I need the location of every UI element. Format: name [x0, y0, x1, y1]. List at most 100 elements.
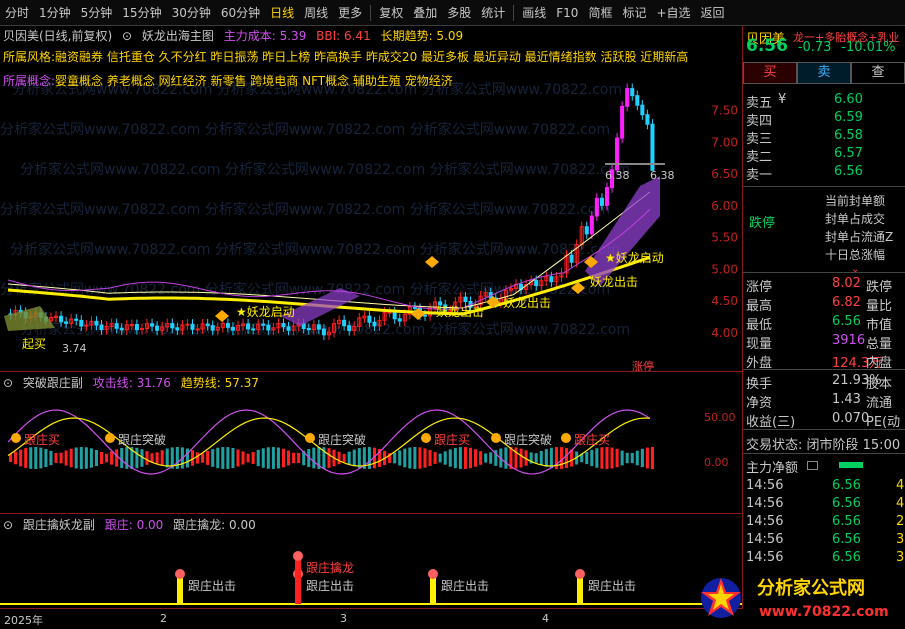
- toolbar-item-3[interactable]: 15分钟: [117, 0, 166, 26]
- seal-info-line: 十日总涨幅: [825, 248, 886, 262]
- toolbar-item-14[interactable]: F10: [551, 0, 583, 26]
- toolbar-item-12[interactable]: 统计: [476, 0, 510, 26]
- ask-row[interactable]: 卖二 6.57: [746, 146, 902, 165]
- trade-row: 14:56 6.56 3: [746, 550, 904, 565]
- histogram-bar: [610, 447, 614, 469]
- toolbar-item-9[interactable]: 复权: [374, 0, 408, 26]
- breakout-indicator-chart[interactable]: 50.00 0.00 跟庄买 跟庄突破 跟庄突破 跟庄买 跟庄突破 跟庄买: [0, 372, 743, 513]
- signal-label: 妖龙出击: [590, 275, 638, 289]
- histogram-bar: [196, 452, 200, 464]
- candle-body: [210, 325, 215, 331]
- candle-body: [620, 105, 625, 139]
- ask-row[interactable]: 卖五 ¥6.60: [746, 92, 902, 111]
- sub2-header: ⊙ 跟庄擒妖龙副 跟庄: 0.00 跟庄擒龙: 0.00: [3, 516, 262, 533]
- formula-name[interactable]: 妖龙出海主图: [142, 29, 214, 43]
- formula-toggle-icon[interactable]: ⊙: [3, 518, 13, 532]
- histogram-bar: [448, 449, 452, 467]
- histogram-bar: [645, 447, 649, 469]
- candle-body: [155, 325, 160, 331]
- histogram-bar: [458, 447, 462, 469]
- histogram-bar: [39, 447, 43, 469]
- toolbar-item-15[interactable]: 简框: [583, 0, 617, 26]
- candle-body: [625, 88, 630, 107]
- trend-value: 长期趋势: 5.09: [380, 29, 464, 43]
- histogram-bar: [504, 447, 508, 469]
- current-price: 6.56: [746, 36, 788, 56]
- price-change: -0.73: [797, 40, 832, 55]
- query-button[interactable]: 查: [851, 62, 905, 84]
- candle-body: [64, 321, 69, 324]
- signal-label: 妖龙出击: [503, 296, 551, 310]
- price-tick: 6.50: [711, 167, 738, 181]
- ask-row[interactable]: 卖三 6.58: [746, 128, 902, 147]
- histogram-bar: [565, 447, 569, 469]
- candle-body: [630, 88, 635, 97]
- net-flow-bar: [839, 462, 863, 468]
- candle-body: [594, 197, 599, 217]
- toolbar-item-10[interactable]: 叠加: [408, 0, 442, 26]
- candle-body: [347, 325, 352, 332]
- toolbar-item-13[interactable]: 画线: [517, 0, 551, 26]
- chevron-down-icon[interactable]: ⌄: [851, 264, 859, 275]
- toolbar-item-5[interactable]: 60分钟: [216, 0, 265, 26]
- sub-panel-breakout[interactable]: 50.00 0.00 跟庄买 跟庄突破 跟庄突破 跟庄买 跟庄突破 跟庄买 ⊙ 突破跟庄副 攻…: [0, 371, 743, 513]
- stat-value: 3916: [832, 333, 866, 348]
- toolbar-item-0[interactable]: 分时: [0, 0, 34, 26]
- ask-row[interactable]: 卖一 6.56: [746, 164, 902, 183]
- gem-icon: [428, 569, 438, 579]
- histogram-bar: [185, 448, 189, 468]
- candle-body: [549, 276, 554, 283]
- time-tick: 2025年: [4, 614, 43, 627]
- sub2-signal-label: 跟庄擒龙: [306, 560, 354, 575]
- candle-body: [640, 104, 645, 116]
- histogram-bar: [423, 448, 427, 468]
- toolbar-item-16[interactable]: 标记: [617, 0, 651, 26]
- toolbar-item-17[interactable]: +自选: [651, 0, 695, 26]
- formula-toggle-icon[interactable]: ⊙: [122, 29, 132, 43]
- sub1-signal-label: 跟庄突破: [318, 432, 366, 447]
- formula-toggle-icon[interactable]: ⊙: [3, 376, 13, 390]
- histogram-bar: [650, 447, 654, 469]
- histogram-bar: [398, 450, 402, 466]
- trade-status: 交易状态: 闭市阶段 15:00: [746, 438, 901, 453]
- histogram-bar: [231, 447, 235, 469]
- candle-body: [79, 319, 84, 327]
- sub1-signal-label: 跟庄买: [24, 432, 60, 447]
- histogram-bar: [403, 448, 407, 468]
- main-chart-panel[interactable]: 分析家公式网www.70822.com 分析家公式网www.70822.com …: [0, 26, 743, 371]
- histogram-bar: [216, 447, 220, 469]
- sub1-name[interactable]: 突破跟庄副: [23, 376, 83, 390]
- toolbar-item-1[interactable]: 1分钟: [34, 0, 76, 26]
- early-buy-label: 起买: [22, 337, 46, 351]
- histogram-bar: [24, 448, 28, 468]
- histogram-bar: [94, 449, 98, 467]
- histogram-bar: [337, 451, 341, 465]
- histogram-bar: [276, 447, 280, 469]
- toolbar-item-2[interactable]: 5分钟: [76, 0, 118, 26]
- toolbar-item-7[interactable]: 周线: [299, 0, 333, 26]
- histogram-bar: [79, 447, 83, 469]
- histogram-bar: [519, 448, 523, 468]
- histogram-bar: [292, 452, 296, 464]
- sub-panel-follow[interactable]: 跟庄出击 跟庄出击 跟庄擒龙 跟庄出击 跟庄出击 ⊙ 跟庄擒妖龙副 跟庄: 0.00 跟…: [0, 513, 743, 608]
- toolbar-item-6[interactable]: 日线: [265, 0, 299, 26]
- toolbar-item-8[interactable]: 更多: [333, 0, 367, 26]
- sub2-signal-label: 跟庄出击: [588, 578, 636, 593]
- toolbar-item-18[interactable]: 返回: [696, 0, 730, 26]
- table-icon[interactable]: [807, 461, 818, 470]
- sub2-name[interactable]: 跟庄擒妖龙副: [23, 518, 95, 532]
- sell-button[interactable]: 卖: [797, 62, 851, 84]
- stat-key: 最高: [746, 299, 773, 314]
- histogram-bar: [433, 452, 437, 464]
- histogram-bar: [211, 449, 215, 467]
- money-bag-icon: [11, 433, 21, 443]
- histogram-bar: [630, 452, 634, 464]
- ask-row[interactable]: 卖四 6.59: [746, 110, 902, 129]
- toolbar-item-11[interactable]: 多股: [442, 0, 476, 26]
- buy-button[interactable]: 买: [743, 62, 797, 84]
- histogram-bar: [165, 448, 169, 468]
- histogram-bar: [155, 452, 159, 464]
- logo-text: 分析家公式网: [757, 577, 865, 599]
- sub1-signal-label: 跟庄突破: [504, 432, 552, 447]
- toolbar-item-4[interactable]: 30分钟: [167, 0, 216, 26]
